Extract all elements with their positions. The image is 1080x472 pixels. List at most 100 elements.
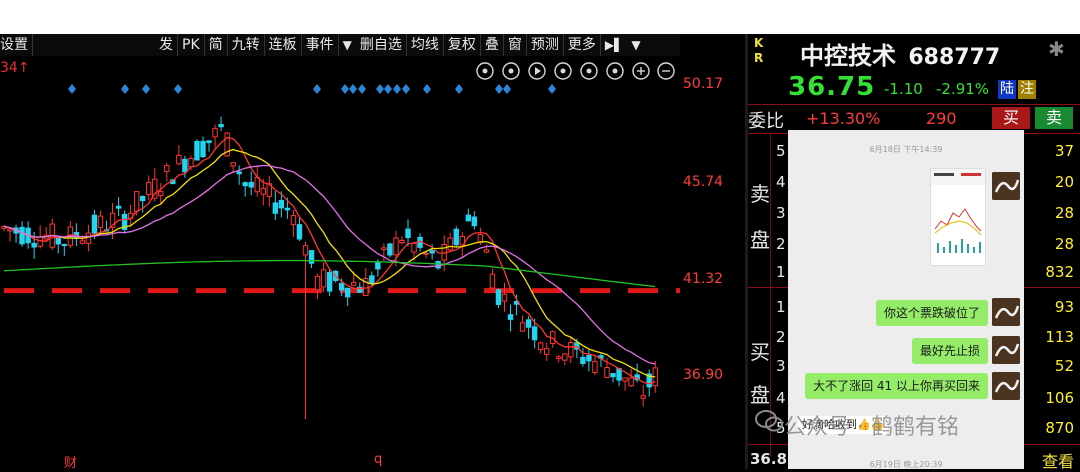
lianban-button[interactable]: 连板	[265, 34, 302, 56]
zoom-in-icon	[632, 62, 650, 80]
candle-body	[97, 215, 104, 228]
candles	[1, 116, 658, 419]
ma-lines	[3, 136, 656, 385]
candle-body	[387, 243, 393, 256]
chat-timestamp: 6月18日 下午14:39	[869, 145, 943, 154]
candle-body	[320, 269, 327, 288]
candle-body	[580, 356, 586, 364]
candle-body	[405, 228, 411, 239]
event-marker	[341, 84, 349, 94]
more-dropdown-icon[interactable]: ▼	[627, 34, 644, 56]
play-icon	[528, 62, 546, 80]
remove-watchlist-button[interactable]: 删自选	[356, 34, 407, 56]
event-marker	[548, 84, 556, 94]
candle-body	[272, 202, 279, 214]
buy-button[interactable]: 买	[992, 107, 1030, 129]
jian-button[interactable]: 简	[205, 34, 228, 56]
candle-body	[314, 275, 321, 291]
sell-button[interactable]: 卖	[1035, 107, 1073, 129]
candle-body	[411, 242, 417, 253]
weibi-diff: 290	[926, 109, 957, 128]
event-marker	[68, 84, 76, 94]
event-button[interactable]: 事件	[302, 34, 339, 56]
buy-volume: 106	[1045, 389, 1074, 407]
candle-body	[326, 272, 333, 292]
candle-body	[507, 314, 514, 320]
gear-icon[interactable]: ✱	[1048, 37, 1065, 61]
market-tag: K R	[754, 36, 764, 65]
candle-body	[592, 360, 598, 373]
fa-button[interactable]: 发	[155, 34, 178, 56]
price-change-pct: -2.91%	[936, 80, 990, 98]
candle-body	[133, 191, 140, 212]
candle-body	[230, 162, 236, 167]
jiuzhuan-button[interactable]: 九转	[228, 34, 265, 56]
candle-body	[369, 275, 375, 284]
event-marker	[142, 84, 150, 94]
buy-level: 3	[776, 357, 786, 375]
candle-body	[604, 366, 610, 378]
event-marker	[402, 84, 410, 94]
sell-volume: 37	[1054, 142, 1074, 160]
settings-button[interactable]: 设置	[0, 34, 33, 56]
candle-body	[489, 273, 496, 289]
candle-body	[278, 199, 285, 209]
candlestick-chart[interactable]	[0, 56, 745, 469]
event-marker	[423, 84, 431, 94]
avatar	[992, 298, 1020, 326]
candle-body	[218, 124, 224, 128]
sell-level: 5	[776, 142, 786, 160]
candle-body	[525, 319, 532, 328]
candle-body	[568, 342, 574, 358]
candle-body	[115, 205, 122, 209]
candle-body	[628, 377, 634, 387]
watermark: 公众号 · 鹤鹤有铭	[784, 415, 959, 440]
event-dropdown-icon[interactable]: ▼	[339, 34, 356, 56]
candle-body	[302, 245, 309, 256]
avatar	[992, 336, 1020, 364]
sell-side-label-1: 卖	[750, 182, 770, 206]
price-label-3: 41.32	[683, 271, 724, 287]
buy-level: 4	[776, 389, 786, 407]
view-link[interactable]: 查看	[1042, 448, 1074, 472]
forecast-button[interactable]: 预测	[527, 34, 564, 56]
buy-volume: 113	[1045, 328, 1074, 346]
candle-body	[393, 237, 399, 256]
candle-body	[200, 140, 206, 158]
avatar	[992, 372, 1020, 400]
lock-icon	[606, 62, 624, 80]
candle-body	[345, 287, 351, 298]
candle-body	[556, 356, 562, 360]
cut-icon	[580, 62, 598, 80]
pk-button[interactable]: PK	[178, 34, 205, 56]
buy-volume: 52	[1054, 357, 1074, 375]
event-marker	[174, 84, 182, 94]
candle-body	[423, 252, 429, 255]
candle-body	[260, 187, 266, 195]
sell-level: 4	[776, 173, 786, 191]
buy-volume: 870	[1045, 419, 1074, 437]
candle-body	[483, 249, 490, 253]
candle-body	[37, 236, 43, 247]
buy-level: 1	[776, 298, 786, 316]
price-change: -1.10	[884, 80, 923, 98]
zhu-badge: 注	[1018, 80, 1036, 99]
candle-body	[610, 372, 616, 378]
chart-thumbnail	[930, 168, 986, 266]
weibi-label: 委比	[748, 111, 784, 132]
candle-body	[471, 216, 478, 227]
chat-message: 你这个票跌破位了	[875, 300, 988, 326]
adjust-button[interactable]: 复权	[444, 34, 481, 56]
candle-body	[139, 195, 146, 202]
overlay-button[interactable]: 叠	[481, 34, 504, 56]
sell-volume: 28	[1054, 204, 1074, 222]
candle-body	[254, 176, 260, 193]
ma-button[interactable]: 均线	[407, 34, 444, 56]
candle-body	[519, 322, 526, 332]
more-button[interactable]: 更多	[564, 34, 601, 56]
event-markers	[68, 84, 556, 94]
candle-body	[622, 377, 628, 382]
candle-body	[236, 171, 242, 175]
pin-icon[interactable]: ▶▌	[601, 34, 627, 56]
window-button[interactable]: 窗	[504, 34, 527, 56]
